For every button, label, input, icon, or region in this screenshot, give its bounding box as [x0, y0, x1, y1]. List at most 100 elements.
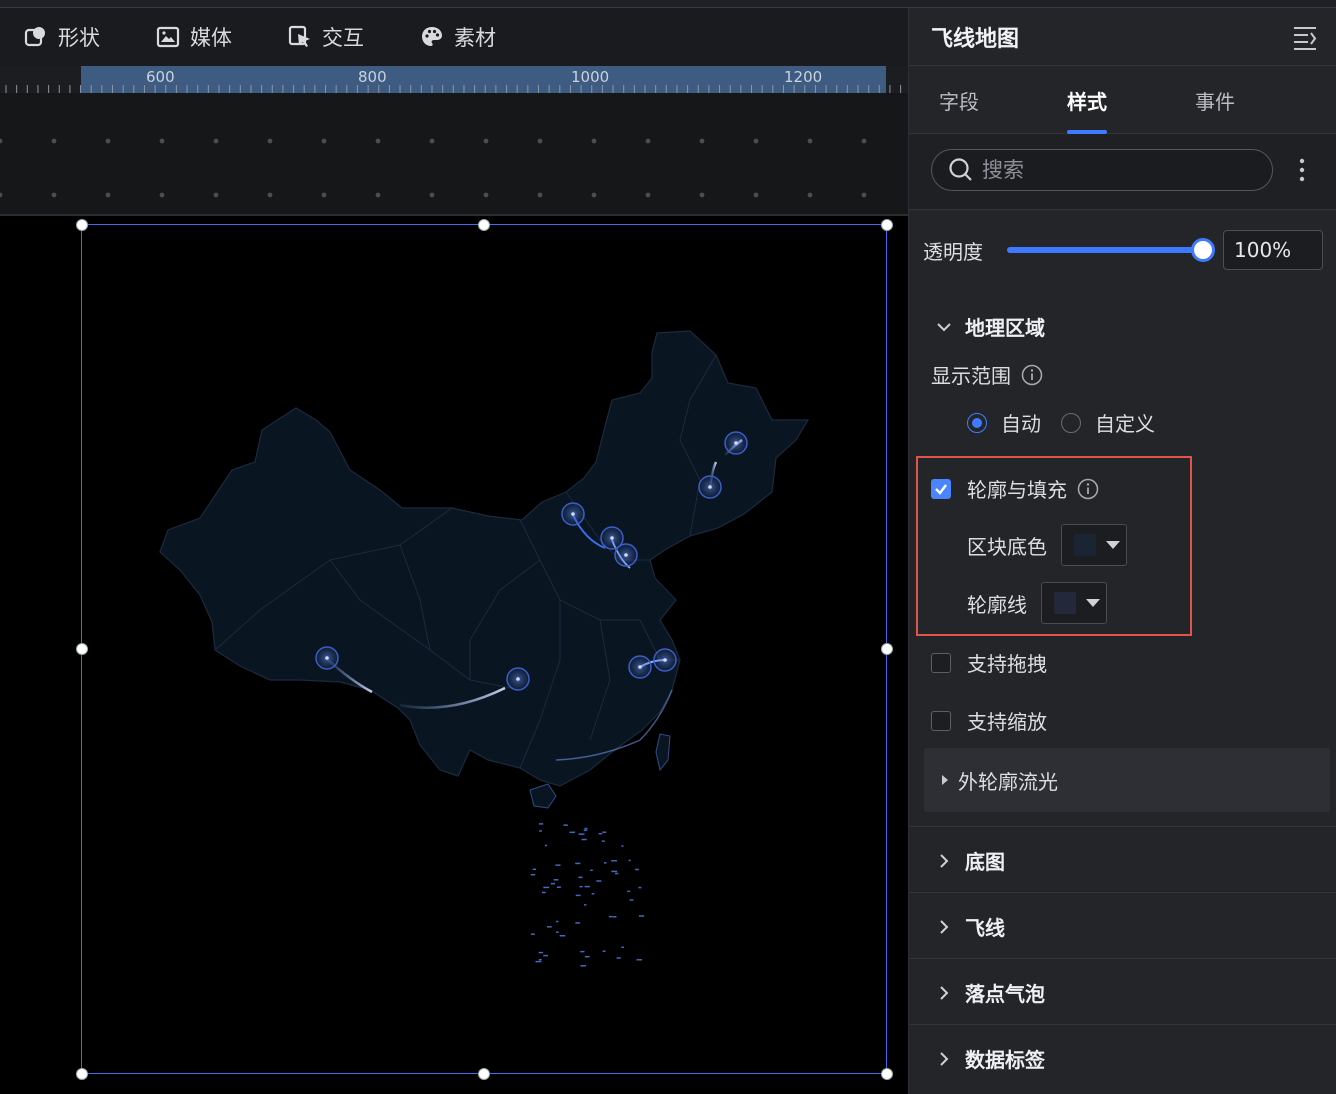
- section-landing-bubble-label: 落点气泡: [965, 982, 1045, 1006]
- canvas-dot-grid: [0, 93, 908, 215]
- zoom-label: 支持缩放: [967, 710, 1047, 734]
- resize-handle-bottom[interactable]: [478, 1068, 490, 1080]
- resize-handle-right[interactable]: [881, 643, 893, 655]
- resize-handle-top-left[interactable]: [76, 219, 88, 231]
- component-selection-box[interactable]: [81, 224, 887, 1074]
- ruler-label-600: 600: [146, 68, 175, 86]
- style-panel: 飞线地图 字段 样式 事件 透明度 100%: [908, 8, 1336, 1094]
- resize-handle-top-right[interactable]: [881, 219, 893, 231]
- shape-icon: [24, 27, 45, 47]
- radio-auto-label: 自动: [1001, 412, 1041, 436]
- editor-canvas-area: 形状 媒体 交互 素材 600 800 1000 1200: [0, 0, 908, 1094]
- chevron-down-icon: [937, 322, 951, 331]
- search-input[interactable]: [982, 158, 1242, 182]
- ruler-label-1200: 1200: [784, 68, 823, 86]
- radio-custom[interactable]: 自定义: [1061, 408, 1155, 437]
- section-data-label[interactable]: 数据标签: [935, 1044, 1045, 1073]
- section-flyline[interactable]: 飞线: [935, 912, 1005, 941]
- window-top-strip: [0, 0, 1336, 8]
- tab-style[interactable]: 样式: [1067, 86, 1107, 134]
- drag-label: 支持拖拽: [967, 652, 1047, 676]
- tool-shape-button[interactable]: 形状: [24, 22, 100, 52]
- search-box[interactable]: [931, 149, 1273, 191]
- outline-line-row: 轮廓线: [967, 582, 1107, 624]
- opacity-input[interactable]: 100%: [1223, 230, 1323, 270]
- panel-title: 飞线地图: [931, 26, 1020, 52]
- tool-media-label: 媒体: [190, 26, 232, 50]
- outline-fill-label: 轮廓与填充: [967, 478, 1067, 502]
- cursor-icon: [288, 25, 310, 47]
- panel-tabs: 字段 样式 事件: [909, 66, 1336, 134]
- divider: [909, 826, 1336, 827]
- scroll-edge: [909, 206, 1336, 210]
- tool-material-button[interactable]: 素材: [420, 22, 496, 52]
- outline-fill-checkbox[interactable]: [931, 478, 951, 499]
- info-icon[interactable]: [1021, 364, 1043, 386]
- chevron-right-icon: [940, 853, 949, 868]
- opacity-label: 透明度: [923, 239, 983, 264]
- tab-events[interactable]: 事件: [1195, 86, 1235, 133]
- chevron-right-icon: [940, 919, 949, 934]
- chevron-right-icon: [940, 985, 949, 1000]
- radio-custom-label: 自定义: [1095, 412, 1155, 436]
- display-range-row: 显示范围: [931, 360, 1043, 389]
- block-color-row: 区块底色: [967, 524, 1127, 566]
- editor-toolbar: 形状 媒体 交互 素材: [0, 8, 908, 66]
- section-basemap-label: 底图: [965, 850, 1005, 874]
- panel-header: 飞线地图: [909, 8, 1336, 66]
- ruler-label-800: 800: [358, 68, 387, 86]
- section-geo-region[interactable]: 地理区域: [935, 312, 1045, 341]
- resize-handle-bottom-right[interactable]: [881, 1068, 893, 1080]
- section-geo-region-label: 地理区域: [965, 316, 1045, 340]
- block-color-picker[interactable]: [1061, 524, 1127, 566]
- section-data-label-label: 数据标签: [965, 1048, 1045, 1072]
- more-options-icon[interactable]: [1291, 155, 1313, 185]
- radio-custom-indicator[interactable]: [1061, 412, 1081, 433]
- block-color-swatch: [1074, 534, 1096, 556]
- resize-handle-bottom-left[interactable]: [76, 1068, 88, 1080]
- search-icon: [949, 158, 972, 181]
- display-range-label: 显示范围: [931, 364, 1011, 388]
- check-icon: [935, 483, 947, 495]
- outline-flow-label: 外轮廓流光: [958, 769, 1058, 794]
- drag-row[interactable]: 支持拖拽: [931, 648, 1047, 677]
- outline-flow-section[interactable]: 外轮廓流光: [924, 748, 1330, 812]
- outline-line-color-picker[interactable]: [1041, 582, 1107, 624]
- outline-fill-row[interactable]: 轮廓与填充: [931, 474, 1099, 503]
- collapse-panel-icon[interactable]: [1292, 24, 1318, 50]
- divider: [909, 892, 1336, 893]
- tab-fields[interactable]: 字段: [939, 86, 979, 133]
- divider: [909, 958, 1336, 959]
- opacity-row: 透明度 100%: [923, 228, 1327, 272]
- divider: [909, 1024, 1336, 1025]
- section-flyline-label: 飞线: [965, 916, 1005, 940]
- section-basemap[interactable]: 底图: [935, 846, 1005, 875]
- outline-line-swatch: [1054, 592, 1076, 614]
- tool-media-button[interactable]: 媒体: [156, 22, 232, 52]
- resize-handle-left[interactable]: [76, 643, 88, 655]
- image-icon: [156, 26, 180, 48]
- resize-handle-top[interactable]: [478, 219, 490, 231]
- chevron-right-icon: [940, 1051, 949, 1066]
- search-row: [909, 134, 1336, 206]
- ruler-ticks: [5, 85, 902, 93]
- caret-down-icon: [1106, 541, 1120, 549]
- horizontal-ruler: 600 800 1000 1200: [0, 66, 908, 93]
- zoom-checkbox[interactable]: [931, 710, 951, 731]
- caret-right-icon: [942, 775, 948, 785]
- ruler-label-1000: 1000: [571, 68, 610, 86]
- opacity-slider-handle[interactable]: [1191, 238, 1215, 262]
- info-icon[interactable]: [1077, 478, 1099, 500]
- tool-material-label: 素材: [454, 26, 496, 50]
- section-landing-bubble[interactable]: 落点气泡: [935, 978, 1045, 1007]
- palette-icon: [422, 27, 442, 46]
- caret-down-icon: [1086, 599, 1100, 607]
- zoom-row[interactable]: 支持缩放: [931, 706, 1047, 735]
- block-color-label: 区块底色: [967, 534, 1047, 559]
- opacity-slider[interactable]: [1007, 238, 1215, 262]
- tool-interact-button[interactable]: 交互: [288, 22, 364, 52]
- outline-line-label: 轮廓线: [967, 592, 1027, 617]
- radio-auto[interactable]: 自动: [967, 408, 1041, 437]
- radio-auto-indicator[interactable]: [967, 412, 987, 433]
- drag-checkbox[interactable]: [931, 652, 951, 673]
